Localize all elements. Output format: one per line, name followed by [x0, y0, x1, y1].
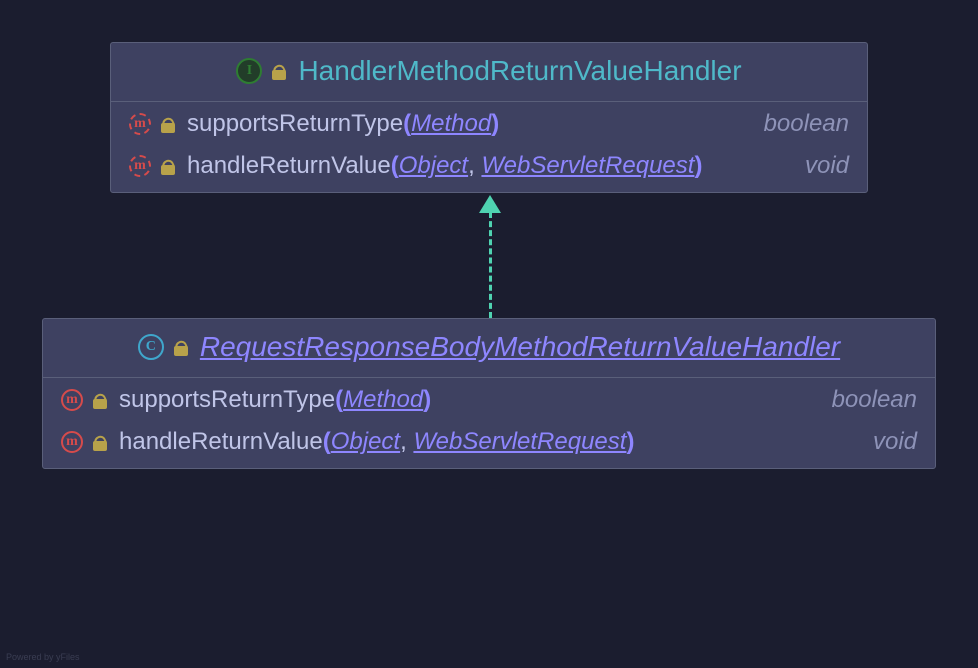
- class-title-row: C RequestResponseBodyMethodReturnValueHa…: [43, 319, 935, 378]
- unlocked-icon: [174, 338, 190, 356]
- interface-name[interactable]: HandlerMethodReturnValueHandler: [298, 55, 741, 87]
- param-type-link[interactable]: WebServletRequest: [413, 428, 626, 455]
- method-name-label: handleReturnValue: [187, 152, 391, 179]
- method-signature: handleReturnValue(Object, WebServletRequ…: [187, 152, 795, 180]
- watermark: Powered by yFiles: [6, 652, 80, 662]
- method-signature: supportsReturnType(Method): [187, 110, 754, 138]
- unlocked-icon: [93, 433, 109, 451]
- unlocked-icon: [161, 157, 177, 175]
- interface-icon: I: [236, 58, 262, 84]
- method-name-label: supportsReturnType: [187, 110, 403, 137]
- unlocked-icon: [161, 115, 177, 133]
- unlocked-icon: [272, 62, 288, 80]
- class-name[interactable]: RequestResponseBodyMethodReturnValueHand…: [200, 331, 840, 363]
- return-type: boolean: [764, 110, 849, 138]
- class-method-row[interactable]: m handleReturnValue(Object, WebServletRe…: [43, 422, 935, 468]
- realization-arrow-head-icon: [479, 195, 501, 213]
- return-type: void: [873, 428, 917, 456]
- method-icon: m: [61, 431, 83, 453]
- param-type-link[interactable]: Object: [331, 428, 400, 455]
- method-name-label: handleReturnValue: [119, 428, 323, 455]
- param-type-link[interactable]: Object: [399, 152, 468, 179]
- interface-title-row: I HandlerMethodReturnValueHandler: [111, 43, 867, 102]
- interface-method-row[interactable]: m handleReturnValue(Object, WebServletRe…: [111, 146, 867, 192]
- return-type: boolean: [832, 386, 917, 414]
- param-type-link[interactable]: WebServletRequest: [481, 152, 694, 179]
- realization-arrow-line: [489, 212, 492, 318]
- interface-box[interactable]: I HandlerMethodReturnValueHandler m supp…: [110, 42, 868, 193]
- method-icon: m: [61, 389, 83, 411]
- method-signature: supportsReturnType(Method): [119, 386, 822, 414]
- abstract-method-icon: m: [129, 113, 151, 135]
- method-name-label: supportsReturnType: [119, 386, 335, 413]
- method-signature: handleReturnValue(Object, WebServletRequ…: [119, 428, 863, 456]
- class-box[interactable]: C RequestResponseBodyMethodReturnValueHa…: [42, 318, 936, 469]
- return-type: void: [805, 152, 849, 180]
- unlocked-icon: [93, 391, 109, 409]
- param-type-link[interactable]: Method: [343, 386, 423, 413]
- param-type-link[interactable]: Method: [411, 110, 491, 137]
- class-method-row[interactable]: m supportsReturnType(Method) boolean: [43, 378, 935, 422]
- abstract-method-icon: m: [129, 155, 151, 177]
- interface-method-row[interactable]: m supportsReturnType(Method) boolean: [111, 102, 867, 146]
- class-icon: C: [138, 334, 164, 360]
